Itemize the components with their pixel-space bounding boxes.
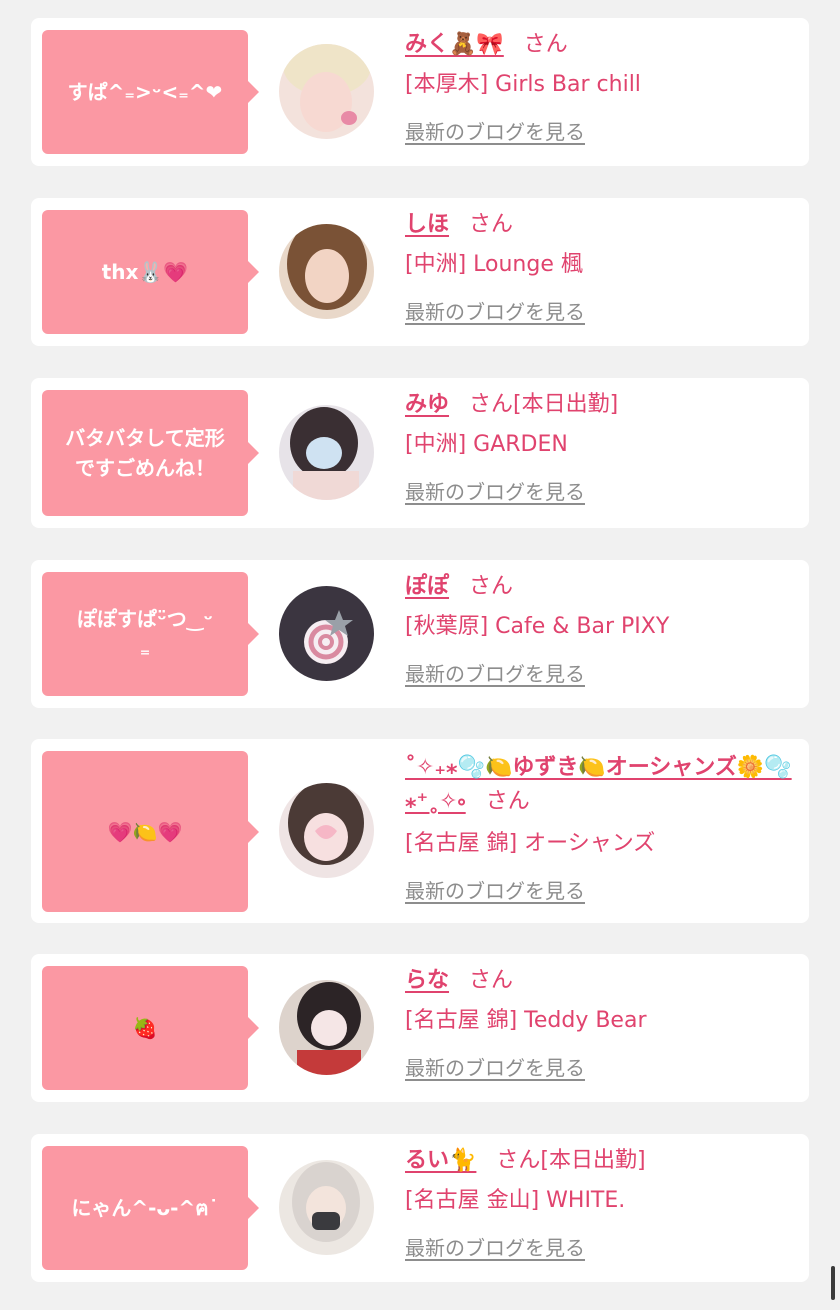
shop-name: [中洲] GARDEN [405, 432, 568, 457]
honorific: さん [496, 1148, 541, 1173]
cast-name-link[interactable]: るい🐈 [405, 1148, 476, 1173]
name-line: ぽぽ さん [405, 572, 801, 602]
honorific: さん [469, 392, 514, 417]
avatar[interactable] [279, 980, 374, 1075]
scrollbar[interactable] [831, 1266, 835, 1300]
honorific: さん [469, 574, 514, 599]
status-suffix: [本日出勤] [540, 1148, 646, 1173]
comment-bubble: バタバタして定形 ですごめんね！ [42, 390, 259, 516]
name-line: みゆ さん[本日出勤] [405, 390, 801, 420]
shop-name: [名古屋 錦] Teddy Bear [405, 1008, 647, 1033]
comment-bubble: thx🐰💗 [42, 210, 259, 334]
latest-blog-link[interactable]: 最新のブログを見る [405, 877, 585, 905]
shop-name: [中洲] Lounge 楓 [405, 252, 583, 277]
cast-name-link[interactable]: ˚✧₊⁎🫧🍋ゆずき🍋オーシャンズ🌼🫧⁎⁺˳✧༚ [405, 755, 792, 814]
comment-bubble: すぱ^₌>ᵕ<₌^❤ [42, 30, 259, 154]
name-line: しほ さん [405, 210, 801, 240]
name-line: みく🧸🎀 さん [405, 30, 801, 60]
cast-card: バタバタして定形 ですごめんね！ みゆ さん[本日出勤] [中洲] GARDEN … [31, 378, 809, 528]
name-line: ˚✧₊⁎🫧🍋ゆずき🍋オーシャンズ🌼🫧⁎⁺˳✧༚ さん [405, 751, 801, 819]
shop-name: [名古屋 錦] オーシャンズ [405, 831, 656, 856]
honorific: さん [523, 32, 568, 57]
honorific: さん [469, 212, 514, 237]
cast-card: ぽぽすぱᵕ̈つ‿ᵕ ₌ ぽぽ さん [秋葉原] Cafe & Bar PIXY 最… [31, 560, 809, 708]
shop-name: [本厚木] Girls Bar chill [405, 72, 641, 97]
cast-name-link[interactable]: らな [405, 968, 449, 993]
comment-bubble: ぽぽすぱᵕ̈つ‿ᵕ ₌ [42, 572, 259, 696]
shop-name: [秋葉原] Cafe & Bar PIXY [405, 614, 670, 639]
cast-card: にゃん^-ᴗ-^ฅ˙ るい🐈 さん[本日出勤] [名古屋 金山] WHITE. 最… [31, 1134, 809, 1282]
comment-bubble: 🍓 [42, 966, 259, 1090]
cast-card: すぱ^₌>ᵕ<₌^❤ みく🧸🎀 さん [本厚木] Girls Bar chill … [31, 18, 809, 166]
cast-card: thx🐰💗 しほ さん [中洲] Lounge 楓 最新のブログを見る [31, 198, 809, 346]
comment-bubble: 💗🍋💗 [42, 751, 259, 912]
status-suffix: [本日出勤] [513, 392, 619, 417]
avatar[interactable] [279, 783, 374, 878]
avatar[interactable] [279, 1160, 374, 1255]
latest-blog-link[interactable]: 最新のブログを見る [405, 118, 585, 146]
avatar[interactable] [279, 224, 374, 319]
honorific: さん [469, 968, 514, 993]
avatar[interactable] [279, 405, 374, 500]
comment-bubble: にゃん^-ᴗ-^ฅ˙ [42, 1146, 259, 1270]
avatar[interactable] [279, 586, 374, 681]
avatar[interactable] [279, 44, 374, 139]
cast-name-link[interactable]: みく🧸🎀 [405, 32, 504, 57]
latest-blog-link[interactable]: 最新のブログを見る [405, 1234, 585, 1262]
honorific: さん [485, 789, 530, 814]
latest-blog-link[interactable]: 最新のブログを見る [405, 298, 585, 326]
cast-name-link[interactable]: みゆ [405, 392, 449, 417]
cast-name-link[interactable]: しほ [405, 212, 449, 237]
latest-blog-link[interactable]: 最新のブログを見る [405, 478, 585, 506]
cast-name-link[interactable]: ぽぽ [405, 574, 449, 599]
cast-card: 🍓 らな さん [名古屋 錦] Teddy Bear 最新のブログを見る [31, 954, 809, 1102]
latest-blog-link[interactable]: 最新のブログを見る [405, 1054, 585, 1082]
shop-name: [名古屋 金山] WHITE. [405, 1188, 626, 1213]
cast-list: すぱ^₌>ᵕ<₌^❤ みく🧸🎀 さん [本厚木] Girls Bar chill … [0, 0, 840, 1310]
latest-blog-link[interactable]: 最新のブログを見る [405, 660, 585, 688]
name-line: るい🐈 さん[本日出勤] [405, 1146, 801, 1176]
name-line: らな さん [405, 966, 801, 996]
cast-card: 💗🍋💗 ˚✧₊⁎🫧🍋ゆずき🍋オーシャンズ🌼🫧⁎⁺˳✧༚ さん [名古屋 錦] オー… [31, 739, 809, 923]
